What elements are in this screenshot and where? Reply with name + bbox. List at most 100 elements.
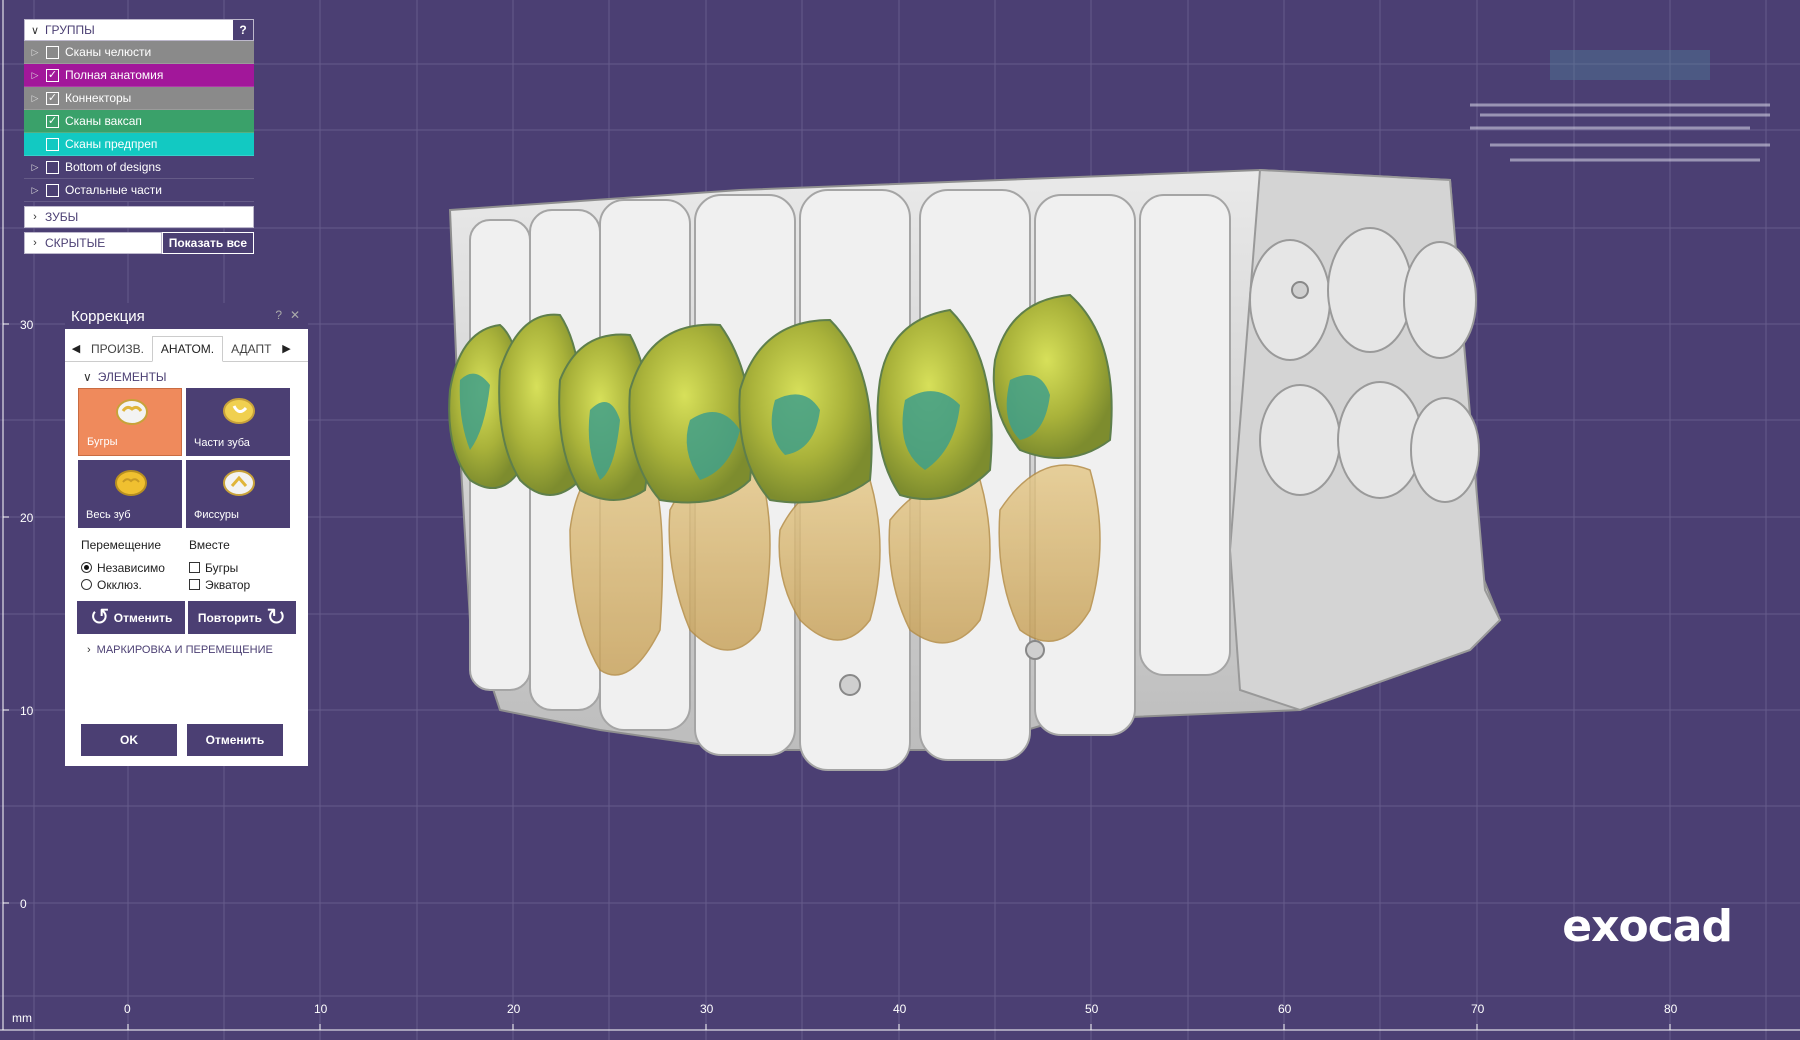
ruler-unit: mm: [12, 1011, 32, 1025]
x-tick: 80: [1664, 1002, 1678, 1016]
element-tooth-parts-button[interactable]: Части зуба: [186, 388, 290, 456]
x-tick: 50: [1085, 1002, 1099, 1016]
x-tick: 10: [314, 1002, 328, 1016]
y-tick: 10: [20, 704, 34, 718]
marking-section-label: МАРКИРОВКА И ПЕРЕМЕЩЕНИЕ: [96, 644, 273, 656]
group-checkbox[interactable]: ✓: [46, 114, 59, 128]
checkbox-label: Экватор: [205, 577, 251, 592]
group-item-waxup-scans[interactable]: ✓ Сканы ваксап: [24, 110, 254, 133]
dialog-help-button[interactable]: ?: [275, 308, 282, 322]
movement-label: Перемещение: [81, 538, 161, 552]
groups-title: ГРУППЫ: [45, 23, 95, 37]
tooth-parts-icon: [223, 398, 255, 424]
checkbox[interactable]: [189, 562, 200, 573]
close-icon[interactable]: ✕: [290, 308, 300, 322]
redo-label: Повторить: [197, 610, 263, 625]
together-label: Вместе: [189, 538, 230, 552]
element-label: Фиссуры: [194, 509, 239, 521]
x-tick: 60: [1278, 1002, 1292, 1016]
x-tick: 20: [507, 1002, 521, 1016]
elements-section-header[interactable]: ∨ ЭЛЕМЕНТЫ: [65, 362, 308, 388]
undo-label: Отменить: [113, 610, 173, 625]
group-checkbox[interactable]: [46, 160, 59, 174]
show-all-button[interactable]: Показать все: [161, 232, 254, 254]
x-tick: 30: [700, 1002, 714, 1016]
expand-triangle-icon[interactable]: ▷: [28, 70, 42, 81]
x-tick: 40: [893, 1002, 907, 1016]
group-item-bottom-of-designs[interactable]: ▷ Bottom of designs: [24, 156, 254, 179]
group-item-label: Сканы челюсти: [65, 45, 152, 59]
radio-label: Независимо: [97, 560, 165, 575]
radio-button[interactable]: [81, 562, 92, 573]
y-tick: 20: [20, 511, 34, 525]
group-item-other-parts[interactable]: ▷ Остальные части: [24, 179, 254, 202]
groups-panel: ∨ ГРУППЫ ? ▷ Сканы челюсти ▷ ✓ Полная ан…: [24, 19, 254, 254]
tab-adapt[interactable]: АДАПТ: [223, 337, 279, 361]
exocad-logo: exocad: [1562, 901, 1733, 952]
checkbox-label: Бугры: [205, 560, 239, 575]
together-option-equator[interactable]: Экватор: [189, 576, 297, 593]
dialog-titlebar[interactable]: Коррекция ? ✕: [65, 303, 308, 329]
group-checkbox[interactable]: [46, 183, 59, 197]
elements-section-label: ЭЛЕМЕНТЫ: [97, 370, 167, 384]
expand-triangle-icon[interactable]: ▷: [28, 162, 42, 173]
group-item-full-anatomy[interactable]: ▷ ✓ Полная анатомия: [24, 64, 254, 87]
element-fissures-button[interactable]: Фиссуры: [186, 460, 290, 528]
group-item-jaw-scans[interactable]: ▷ Сканы челюсти: [24, 41, 254, 64]
marking-section-header[interactable]: › МАРКИРОВКА И ПЕРЕМЕЩЕНИЕ: [65, 634, 308, 656]
movement-option-independent[interactable]: Независимо: [81, 559, 189, 576]
help-button[interactable]: ?: [233, 20, 253, 40]
radio-label: Окклюз.: [97, 577, 142, 592]
tooth-fissures-icon: [223, 470, 255, 496]
group-item-label: Остальные части: [65, 183, 163, 197]
tab-next-arrow-icon[interactable]: ▶: [279, 342, 293, 361]
group-checkbox[interactable]: [46, 45, 59, 59]
checkbox[interactable]: [189, 579, 200, 590]
groups-header[interactable]: ∨ ГРУППЫ ?: [24, 19, 254, 41]
group-item-label: Коннекторы: [65, 91, 132, 105]
expand-triangle-icon[interactable]: ▷: [28, 93, 42, 104]
group-item-preprep-scans[interactable]: Сканы предпреп: [24, 133, 254, 156]
hidden-section-header[interactable]: › СКРЫТЫЕ: [24, 232, 162, 254]
tab-bar: ◀ ПРОИЗВ. АНАТОМ. АДАПТ ▶: [65, 333, 308, 362]
teeth-section-header[interactable]: › ЗУБЫ: [24, 206, 254, 228]
group-item-label: Сканы предпреп: [65, 137, 158, 151]
undo-button[interactable]: ↺ Отменить: [77, 601, 185, 634]
tab-anatomy[interactable]: АНАТОМ.: [151, 336, 224, 362]
expand-triangle-icon[interactable]: ▷: [28, 47, 42, 58]
render-streaks: [1470, 50, 1770, 162]
group-item-label: Полная анатомия: [65, 68, 164, 82]
element-label: Весь зуб: [86, 509, 131, 521]
redo-button[interactable]: Повторить ↻: [188, 601, 296, 634]
group-checkbox[interactable]: ✓: [46, 68, 59, 82]
whole-tooth-icon: [115, 470, 147, 496]
redo-icon: ↻: [266, 603, 287, 631]
element-whole-tooth-button[interactable]: Весь зуб: [78, 460, 182, 528]
chevron-down-icon: ∨: [30, 24, 40, 37]
together-option-cusps[interactable]: Бугры: [189, 559, 297, 576]
teeth-section-label: ЗУБЫ: [45, 210, 79, 224]
group-checkbox[interactable]: ✓: [46, 91, 59, 105]
element-cusps-button[interactable]: Бугры: [78, 388, 182, 456]
chevron-right-icon: ›: [33, 211, 37, 223]
group-checkbox[interactable]: [46, 137, 59, 151]
cancel-button[interactable]: Отменить: [187, 724, 283, 756]
group-item-connectors[interactable]: ▷ ✓ Коннекторы: [24, 87, 254, 110]
tab-production[interactable]: ПРОИЗВ.: [83, 337, 152, 361]
movement-option-occlusal[interactable]: Окклюз.: [81, 576, 189, 593]
expand-triangle-icon[interactable]: ▷: [28, 185, 42, 196]
radio-button[interactable]: [81, 579, 92, 590]
undo-icon: ↺: [89, 603, 110, 631]
dental-model-3d-view[interactable]: [440, 150, 1680, 880]
y-tick: 0: [20, 897, 27, 911]
group-item-label: Bottom of designs: [65, 160, 162, 174]
dialog-title: Коррекция: [71, 307, 145, 325]
chevron-right-icon: ›: [33, 237, 37, 249]
chevron-down-icon: ∨: [83, 370, 92, 384]
x-tick: 70: [1471, 1002, 1485, 1016]
element-label: Части зуба: [194, 437, 250, 449]
ok-button[interactable]: OK: [81, 724, 177, 756]
tab-prev-arrow-icon[interactable]: ◀: [69, 342, 83, 361]
y-tick: 30: [20, 318, 34, 332]
x-tick: 0: [124, 1002, 131, 1016]
